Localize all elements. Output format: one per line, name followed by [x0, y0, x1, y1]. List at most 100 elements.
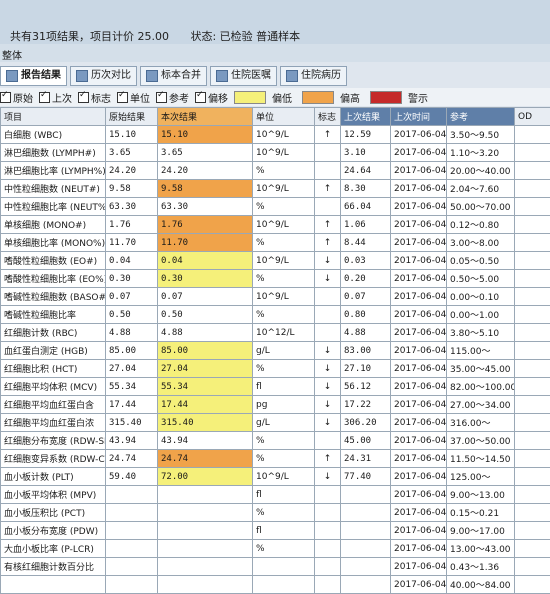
reference-range: 40.00～84.00	[447, 576, 515, 594]
filter-flag[interactable]: 标志	[78, 90, 111, 105]
previous-result: 77.40	[341, 468, 391, 486]
current-result: 27.04	[158, 360, 253, 378]
original-result: 0.50	[106, 306, 158, 324]
flag: ↓	[315, 396, 341, 414]
col-unit[interactable]: 单位	[253, 108, 315, 126]
table-row[interactable]: 血小板压积比 (PCT)%2017-06-040.15～0.21	[1, 504, 550, 522]
col-reference[interactable]: 参考	[447, 108, 515, 126]
tab-specimen-merge[interactable]: 标本合并	[140, 66, 207, 86]
original-result: 27.04	[106, 360, 158, 378]
result-summary: 共有31项结果，项目计价 25.00 状态: 已检验 普通样本	[10, 28, 318, 44]
od-value	[515, 162, 550, 180]
col-flag[interactable]: 标志	[315, 108, 341, 126]
col-od[interactable]: OD	[515, 108, 550, 126]
filter-original[interactable]: 原始	[0, 90, 33, 105]
table-row[interactable]: 嗜酸性粒细胞数 (EO#)0.040.0410^9/L↓0.032017-06-…	[1, 252, 550, 270]
table-row[interactable]: 嗜碱性粒细胞数 (BASO#)0.070.0710^9/L0.072017-06…	[1, 288, 550, 306]
col-original[interactable]: 原始结果	[106, 108, 158, 126]
tab-inpatient-orders[interactable]: 住院医嘱	[210, 66, 277, 86]
item-name: 嗜碱性粒细胞数 (BASO#)	[1, 288, 106, 306]
checkbox-icon[interactable]	[78, 92, 89, 103]
item-name: 大血小板比率 (P-LCR)	[1, 540, 106, 558]
reference-range: 82.00～100.00	[447, 378, 515, 396]
table-row[interactable]: 中性粒细胞比率 (NEUT%)63.3063.30%66.042017-06-0…	[1, 198, 550, 216]
unit: g/L	[253, 342, 315, 360]
table-row[interactable]: 红细胞计数 (RBC)4.884.8810^12/L4.882017-06-04…	[1, 324, 550, 342]
col-item[interactable]: 项目	[1, 108, 106, 126]
od-value	[515, 216, 550, 234]
table-row[interactable]: 红细胞变异系数 (RDW-CV)24.7424.74%↑24.312017-06…	[1, 450, 550, 468]
table-row[interactable]: 红细胞平均血红蛋白含17.4417.44pg↓17.222017-06-0427…	[1, 396, 550, 414]
tab-history-compare[interactable]: 历次对比	[70, 66, 137, 86]
original-result: 55.34	[106, 378, 158, 396]
reference-range: 316.00～	[447, 414, 515, 432]
table-row[interactable]: 红细胞分布宽度 (RDW-SD)43.9443.94%45.002017-06-…	[1, 432, 550, 450]
unit: fl	[253, 522, 315, 540]
filter-label: 单位	[130, 90, 150, 105]
table-row[interactable]: 血小板计数 (PLT)59.4072.0010^9/L↓77.402017-06…	[1, 468, 550, 486]
unit: 10^9/L	[253, 144, 315, 162]
table-row[interactable]: 单核细胞比率 (MONO%)11.7011.70%↑8.442017-06-04…	[1, 234, 550, 252]
table-row[interactable]: 大血小板比率 (P-LCR)%2017-06-0413.00～43.00	[1, 540, 550, 558]
od-value	[515, 144, 550, 162]
flag: ↓	[315, 414, 341, 432]
filter-previous[interactable]: 上次	[39, 90, 72, 105]
original-result	[106, 486, 158, 504]
od-value	[515, 486, 550, 504]
original-result: 0.30	[106, 270, 158, 288]
checkbox-icon[interactable]	[195, 92, 206, 103]
tab-inpatient-records[interactable]: 住院病历	[280, 66, 347, 86]
current-result: 1.76	[158, 216, 253, 234]
table-row[interactable]: 有核红细胞计数百分比2017-06-040.43～1.36	[1, 558, 550, 576]
od-value	[515, 324, 550, 342]
original-result: 0.07	[106, 288, 158, 306]
previous-result	[341, 576, 391, 594]
filter-label: 参考	[169, 90, 189, 105]
col-previous[interactable]: 上次结果	[341, 108, 391, 126]
table-row[interactable]: 淋巴细胞比率 (LYMPH%)24.2024.20%24.642017-06-0…	[1, 162, 550, 180]
item-name: 红细胞变异系数 (RDW-CV)	[1, 450, 106, 468]
unit: %	[253, 432, 315, 450]
table-row[interactable]: 嗜碱性粒细胞比率0.500.50%0.802017-06-040.00～1.00	[1, 306, 550, 324]
filter-reference[interactable]: 参考	[156, 90, 189, 105]
checkbox-icon[interactable]	[0, 92, 11, 103]
col-current[interactable]: 本次结果	[158, 108, 253, 126]
table-row[interactable]: 淋巴细胞数 (LYMPH#)3.653.6510^9/L3.102017-06-…	[1, 144, 550, 162]
od-value	[515, 432, 550, 450]
table-row[interactable]: 血红蛋白测定 (HGB)85.0085.00g/L↓83.002017-06-0…	[1, 342, 550, 360]
reference-range: 0.15～0.21	[447, 504, 515, 522]
current-result: 43.94	[158, 432, 253, 450]
legend-high-label: 偏高	[340, 90, 360, 105]
table-row[interactable]: 血小板分布宽度 (PDW)fl2017-06-049.00～17.00	[1, 522, 550, 540]
flag	[315, 162, 341, 180]
table-row[interactable]: 中性粒细胞数 (NEUT#)9.589.5810^9/L↑8.302017-06…	[1, 180, 550, 198]
original-result: 9.58	[106, 180, 158, 198]
previous-result: 8.30	[341, 180, 391, 198]
flag: ↑	[315, 180, 341, 198]
table-row[interactable]: 红细胞平均血红蛋白浓315.40315.40g/L↓306.202017-06-…	[1, 414, 550, 432]
previous-time: 2017-06-04	[391, 414, 447, 432]
previous-result: 12.59	[341, 126, 391, 144]
od-value	[515, 252, 550, 270]
table-row[interactable]: 血小板平均体积 (MPV)fl2017-06-049.00～13.00	[1, 486, 550, 504]
table-row[interactable]: 红细胞平均体积 (MCV)55.3455.34fl↓56.122017-06-0…	[1, 378, 550, 396]
table-row[interactable]: 2017-06-0440.00～84.00	[1, 576, 550, 594]
flag: ↑	[315, 450, 341, 468]
filter-unit[interactable]: 单位	[117, 90, 150, 105]
checkbox-icon[interactable]	[117, 92, 128, 103]
od-value	[515, 504, 550, 522]
table-row[interactable]: 嗜酸性粒细胞比率 (EO%)0.300.30%↓0.202017-06-040.…	[1, 270, 550, 288]
tab-report-results[interactable]: 报告结果	[0, 66, 67, 86]
table-row[interactable]: 单核细胞 (MONO#)1.761.7610^9/L↑1.062017-06-0…	[1, 216, 550, 234]
checkbox-icon[interactable]	[39, 92, 50, 103]
previous-result: 8.44	[341, 234, 391, 252]
table-row[interactable]: 白细胞 (WBC)15.1015.1010^9/L↑12.592017-06-0…	[1, 126, 550, 144]
table-row[interactable]: 红细胞比积 (HCT)27.0427.04%↓27.102017-06-0435…	[1, 360, 550, 378]
current-result: 4.88	[158, 324, 253, 342]
flag: ↓	[315, 342, 341, 360]
filter-label: 上次	[52, 90, 72, 105]
col-previous-time[interactable]: 上次时间	[391, 108, 447, 126]
filter-offset[interactable]: 偏移	[195, 90, 228, 105]
original-result	[106, 558, 158, 576]
checkbox-icon[interactable]	[156, 92, 167, 103]
